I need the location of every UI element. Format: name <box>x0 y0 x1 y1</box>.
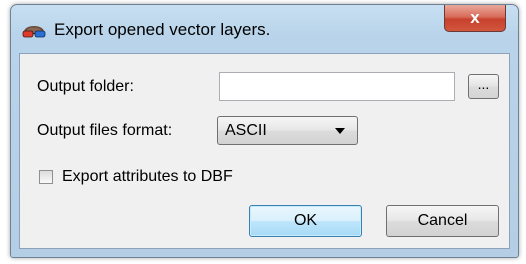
output-format-value: ASCII <box>225 122 267 139</box>
cancel-button[interactable]: Cancel <box>386 205 499 237</box>
close-button[interactable]: x <box>444 5 506 32</box>
output-format-label: Output files format: <box>37 122 173 139</box>
output-format-select[interactable]: ASCII <box>217 116 358 145</box>
dialog-body: Output folder: ... Output files format: … <box>19 53 510 249</box>
output-folder-label: Output folder: <box>37 78 134 95</box>
export-dialog: Export opened vector layers. x Output fo… <box>10 4 519 258</box>
close-icon: x <box>470 8 480 27</box>
window-title: Export opened vector layers. <box>54 20 271 39</box>
chevron-down-icon <box>335 128 345 134</box>
ok-button[interactable]: OK <box>249 205 362 237</box>
3d-glasses-icon <box>22 21 46 39</box>
browse-button[interactable]: ... <box>468 74 499 99</box>
export-dbf-label[interactable]: Export attributes to DBF <box>62 168 233 186</box>
export-dbf-checkbox[interactable] <box>39 170 53 184</box>
output-folder-input[interactable] <box>219 72 455 101</box>
title-bar[interactable]: Export opened vector layers. x <box>11 5 518 53</box>
